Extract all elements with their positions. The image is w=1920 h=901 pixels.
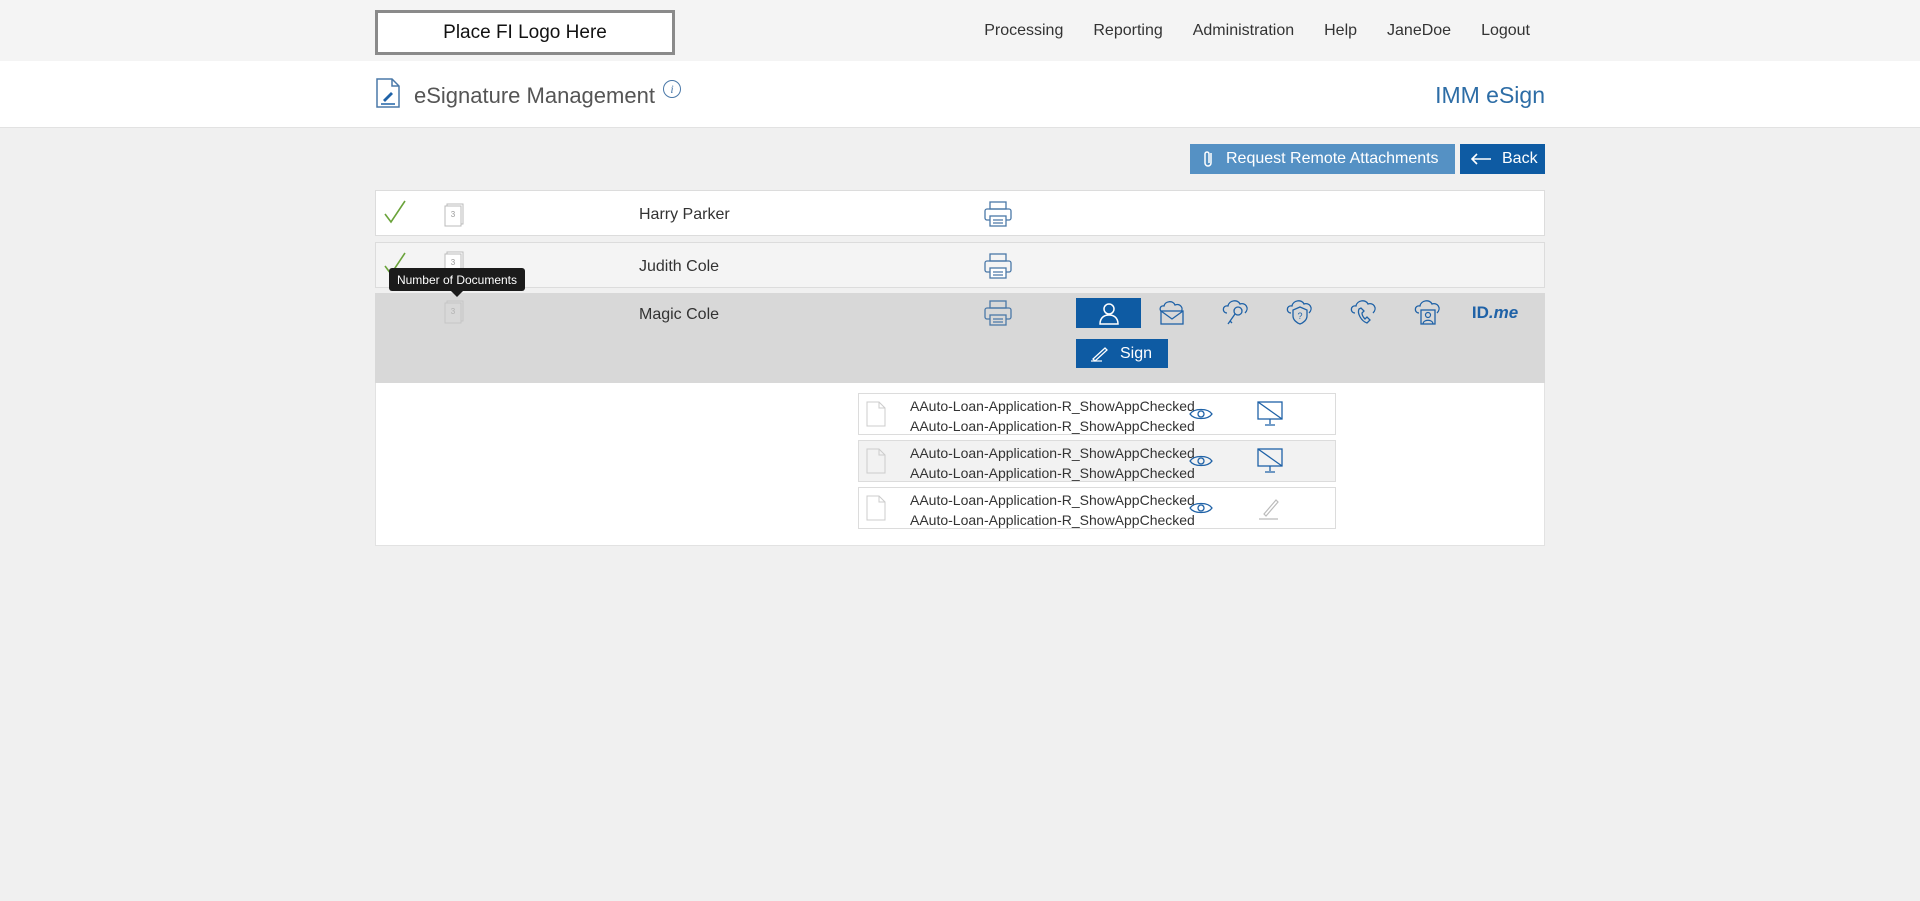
paperclip-icon xyxy=(1204,151,1212,167)
signer-name: Harry Parker xyxy=(639,206,730,223)
sign-label: Sign xyxy=(1120,344,1153,362)
nav-administration[interactable]: Administration xyxy=(1193,22,1294,40)
document-count: 3 xyxy=(451,258,456,267)
request-remote-attachments-button[interactable]: Request Remote Attachments xyxy=(1190,144,1455,174)
document-count-icon[interactable]: 3 xyxy=(444,300,464,324)
auth-kba-button[interactable]: ? xyxy=(1281,298,1319,328)
eye-icon[interactable] xyxy=(1189,501,1213,515)
document-count-icon[interactable]: 3 xyxy=(444,203,464,227)
printer-icon[interactable] xyxy=(984,253,1012,279)
svg-text:?: ? xyxy=(1297,311,1302,321)
nav-reporting[interactable]: Reporting xyxy=(1093,22,1162,40)
printer-icon[interactable] xyxy=(984,201,1012,227)
document-name: AAuto-Loan-Application-R_ShowAppChecked … xyxy=(910,445,1195,481)
pen-icon xyxy=(1091,346,1108,362)
arrow-left-icon xyxy=(1470,153,1491,165)
main-nav: Processing Reporting Administration Help… xyxy=(984,22,1530,40)
person-cloud-icon xyxy=(1414,300,1440,325)
sign-button[interactable]: Sign xyxy=(1076,339,1168,368)
nav-processing[interactable]: Processing xyxy=(984,22,1063,40)
no-display-icon[interactable] xyxy=(1256,400,1284,428)
document-row[interactable]: AAuto-Loan-Application-R_ShowAppChecked … xyxy=(858,440,1336,482)
eye-icon[interactable] xyxy=(1189,454,1213,468)
nav-help[interactable]: Help xyxy=(1324,22,1357,40)
top-bar: Place FI Logo Here Processing Reporting … xyxy=(0,0,1920,61)
fi-logo-placeholder: Place FI Logo Here xyxy=(375,10,675,55)
auth-phone-button[interactable] xyxy=(1345,298,1383,328)
brand-title: IMM eSign xyxy=(1435,82,1545,108)
email-cloud-icon xyxy=(1159,301,1184,325)
key-cloud-icon xyxy=(1222,300,1248,325)
page-title: eSignature Management xyxy=(414,83,655,108)
back-button[interactable]: Back xyxy=(1460,144,1545,174)
signer-row[interactable]: 3 Harry Parker xyxy=(375,190,1545,236)
eye-icon[interactable] xyxy=(1189,407,1213,421)
file-icon xyxy=(866,495,886,521)
no-display-icon[interactable] xyxy=(1256,447,1284,475)
nav-user[interactable]: JaneDoe xyxy=(1387,22,1451,40)
auth-in-person-button[interactable] xyxy=(1076,298,1141,328)
back-label: Back xyxy=(1502,150,1538,167)
question-cloud-icon: ? xyxy=(1286,300,1312,325)
document-name: AAuto-Loan-Application-R_ShowAppChecked … xyxy=(910,492,1195,528)
esign-document-icon xyxy=(376,78,400,108)
document-row[interactable]: AAuto-Loan-Application-R_ShowAppChecked … xyxy=(858,487,1336,529)
tooltip: Number of Documents xyxy=(389,268,525,297)
auth-email-button[interactable] xyxy=(1153,298,1191,328)
printer-icon[interactable] xyxy=(984,300,1012,326)
document-row[interactable]: AAuto-Loan-Application-R_ShowAppChecked … xyxy=(858,393,1336,435)
page-header xyxy=(0,61,1920,128)
document-name: AAuto-Loan-Application-R_ShowAppChecked … xyxy=(910,398,1195,434)
file-icon xyxy=(866,448,886,474)
auth-id-verification-button[interactable] xyxy=(1409,298,1447,328)
documents-panel: AAuto-Loan-Application-R_ShowAppChecked … xyxy=(375,383,1545,546)
signer-name: Magic Cole xyxy=(639,306,720,323)
checkmark-icon xyxy=(384,200,406,224)
user-icon xyxy=(1098,303,1119,325)
pen-icon[interactable] xyxy=(1256,494,1284,522)
signer-row[interactable]: 3 Judith Cole xyxy=(375,242,1545,288)
auth-idme-button[interactable]: ID.me xyxy=(1472,298,1518,328)
phone-cloud-icon xyxy=(1350,300,1376,324)
idme-logo: ID.me xyxy=(1471,303,1519,322)
info-icon[interactable]: i xyxy=(663,80,681,98)
signer-name: Judith Cole xyxy=(639,258,720,275)
document-count: 3 xyxy=(451,210,456,219)
auth-password-button[interactable] xyxy=(1217,298,1255,328)
request-remote-attachments-label: Request Remote Attachments xyxy=(1226,150,1439,167)
file-icon xyxy=(866,401,886,427)
document-count: 3 xyxy=(451,307,456,316)
nav-logout[interactable]: Logout xyxy=(1481,22,1530,40)
